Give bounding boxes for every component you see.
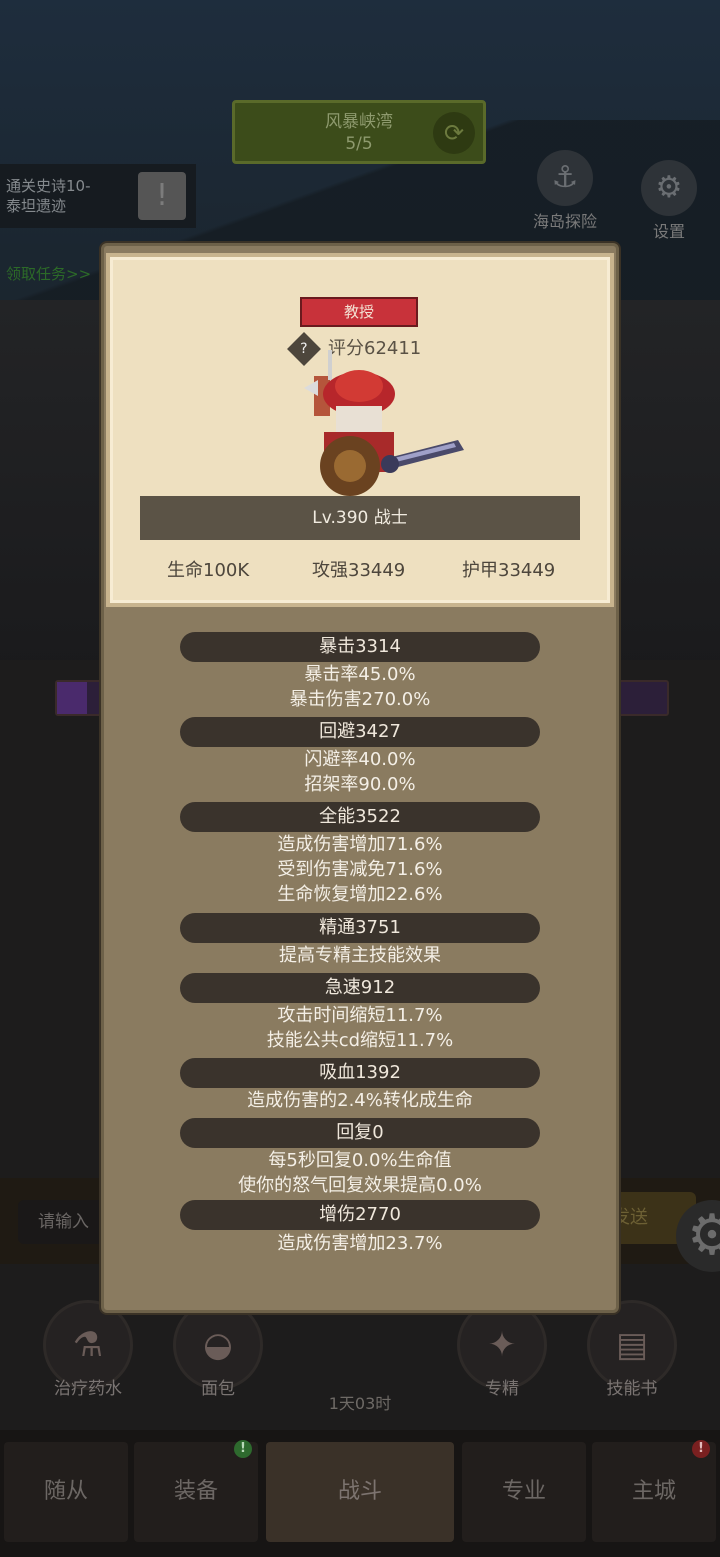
level-class-band: Lv.390 战士 [140, 496, 580, 540]
anchor-icon: ⚓ [537, 150, 593, 206]
section-header-versatility: 全能3522 [180, 802, 540, 832]
section-header-regen: 回复0 [180, 1118, 540, 1148]
tab-profession[interactable]: 专业 [462, 1442, 586, 1542]
rage-regen-line: 使你的怒气回复效果提高0.0% [238, 1175, 482, 1196]
mastery-effect-line: 提高专精主技能效果 [279, 945, 441, 966]
stat-attack-power: 攻强33449 [312, 560, 406, 581]
lifesteal-line: 造成伤害的2.4%转化成生命 [247, 1090, 473, 1111]
section-header-crit: 暴击3314 [180, 632, 540, 662]
spec-label: 专精 [485, 1379, 519, 1399]
potion-label: 治疗药水 [54, 1379, 122, 1399]
section-header-mastery: 精通3751 [180, 913, 540, 943]
settings-label: 设置 [652, 222, 685, 241]
global-cd-line: 技能公共cd缩短11.7% [266, 1030, 454, 1051]
island-adventure-button[interactable]: ⚓ 海岛探险 [530, 150, 600, 232]
refresh-icon[interactable]: ⟳ [433, 112, 475, 154]
bread-label: 面包 [201, 1379, 235, 1399]
chest-timer: 1天03时 [328, 1394, 392, 1413]
warrior-avatar [304, 350, 464, 496]
parry-rate-line: 招架率90.0% [304, 774, 416, 795]
stage-button[interactable]: 风暴峡湾 5/5 ⟳ [232, 100, 486, 164]
island-adventure-label: 海岛探险 [532, 212, 597, 231]
quest-tracker[interactable]: 通关史诗10- 泰坦遗迹 ! [0, 164, 196, 228]
exclamation-icon: ! [138, 172, 186, 220]
tab-battle[interactable]: 战斗 [266, 1442, 454, 1542]
section-header-lifesteal: 吸血1392 [180, 1058, 540, 1088]
character-title-badge: 教授 [300, 297, 418, 327]
section-header-avoidance: 回避3427 [180, 717, 540, 747]
stat-armor: 护甲33449 [462, 560, 556, 581]
attack-time-line: 攻击时间缩短11.7% [277, 1005, 443, 1026]
healing-increase-line: 生命恢复增加22.6% [277, 884, 443, 905]
section-header-damage-bonus: 增伤2770 [180, 1200, 540, 1230]
damage-reduction-line: 受到伤害减免71.6% [277, 859, 443, 880]
equipment-notification-badge: ! [234, 1440, 252, 1458]
claim-quest-link[interactable]: 领取任务>> [6, 263, 91, 284]
city-notification-badge: ! [692, 1440, 710, 1458]
skillbook-slot[interactable]: ▤ 技能书 [572, 1300, 692, 1400]
damage-bonus-line: 造成伤害增加23.7% [277, 1233, 443, 1254]
damage-increase-line: 造成伤害增加71.6% [277, 834, 443, 855]
gear-icon: ⚙ [641, 160, 697, 216]
tab-followers[interactable]: 随从 [4, 1442, 128, 1542]
potion-slot[interactable]: ⚗ 治疗药水 [28, 1300, 148, 1400]
bread-slot[interactable]: ◒ 面包 [158, 1300, 278, 1400]
spec-slot[interactable]: ✦ 专精 [442, 1300, 562, 1400]
section-header-haste: 急速912 [180, 973, 540, 1003]
stat-hp: 生命100K [167, 560, 250, 581]
crit-rate-line: 暴击率45.0% [304, 664, 416, 685]
crit-damage-line: 暴击伤害270.0% [289, 689, 431, 710]
hp-regen-line: 每5秒回复0.0%生命值 [268, 1150, 452, 1171]
dodge-rate-line: 闪避率40.0% [304, 749, 416, 770]
settings-button[interactable]: ⚙ 设置 [634, 160, 704, 242]
skillbook-label: 技能书 [606, 1379, 658, 1399]
